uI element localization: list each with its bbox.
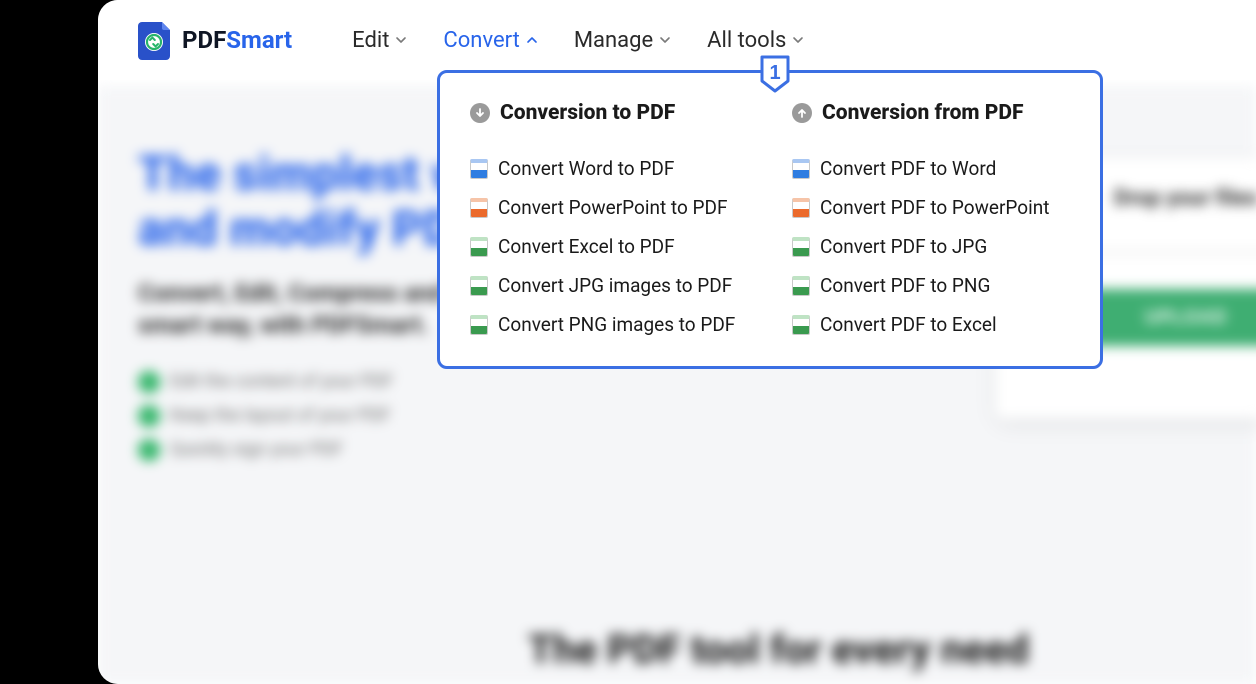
check-icon: ✓	[138, 371, 160, 393]
nav-convert[interactable]: Convert	[443, 28, 537, 53]
menu-item-label: Convert PowerPoint to PDF	[498, 196, 727, 219]
ppt-file-icon	[470, 198, 488, 218]
doc-file-icon	[792, 159, 810, 179]
ppt-file-icon	[792, 198, 810, 218]
menu-item-label: Convert PDF to PowerPoint	[820, 196, 1049, 219]
menu-item-from-3[interactable]: Convert PDF to PNG	[792, 266, 1070, 305]
menu-item-from-4[interactable]: Convert PDF to Excel	[792, 305, 1070, 344]
dropdown-col-to-pdf: Conversion to PDF Convert Word to PDF Con…	[448, 101, 770, 344]
step-badge: 1	[760, 55, 790, 93]
step-number: 1	[769, 62, 780, 84]
menu-item-to-0[interactable]: Convert Word to PDF	[470, 149, 748, 188]
arrow-down-circle-icon	[470, 103, 490, 123]
chevron-up-icon	[526, 34, 538, 46]
main-nav: Edit Convert Manage All tools	[352, 28, 804, 53]
arrow-up-circle-icon	[792, 103, 812, 123]
menu-item-to-1[interactable]: Convert PowerPoint to PDF	[470, 188, 748, 227]
xls-file-icon	[792, 315, 810, 335]
logo-icon	[138, 20, 172, 60]
column-header-from-pdf: Conversion from PDF	[792, 101, 1070, 125]
jpg-file-icon	[470, 276, 488, 296]
menu-item-to-2[interactable]: Convert Excel to PDF	[470, 227, 748, 266]
app-window: PDFSmart Edit Convert Manage	[98, 0, 1256, 684]
chevron-down-icon	[659, 34, 671, 46]
menu-item-from-1[interactable]: Convert PDF to PowerPoint	[792, 188, 1070, 227]
chevron-down-icon	[395, 34, 407, 46]
menu-item-to-3[interactable]: Convert JPG images to PDF	[470, 266, 748, 305]
menu-item-to-4[interactable]: Convert PNG images to PDF	[470, 305, 748, 344]
jpg-file-icon	[792, 237, 810, 257]
nav-all-tools[interactable]: All tools	[707, 28, 804, 53]
column-header-to-pdf: Conversion to PDF	[470, 101, 748, 125]
menu-item-label: Convert Excel to PDF	[498, 235, 675, 258]
menu-item-from-2[interactable]: Convert PDF to JPG	[792, 227, 1070, 266]
menu-item-from-0[interactable]: Convert PDF to Word	[792, 149, 1070, 188]
nav-edit[interactable]: Edit	[352, 28, 407, 53]
convert-dropdown: 1 Conversion to PDF Convert Word to PDFC…	[437, 70, 1103, 369]
menu-item-label: Convert PDF to JPG	[820, 235, 987, 258]
xls-file-icon	[470, 237, 488, 257]
menu-item-label: Convert PDF to PNG	[820, 274, 990, 297]
menu-item-label: Convert PDF to Excel	[820, 313, 997, 336]
menu-item-label: Convert PNG images to PDF	[498, 313, 735, 336]
section-heading: The PDF tool for every need	[528, 626, 1029, 673]
header: PDFSmart Edit Convert Manage	[98, 0, 1256, 80]
nav-manage[interactable]: Manage	[574, 28, 671, 53]
check-icon: ✓	[138, 405, 160, 427]
check-icon: ✓	[138, 439, 160, 461]
bullet-item: ✓Quickly sign your PDF	[138, 439, 1216, 461]
png-file-icon	[792, 276, 810, 296]
menu-item-label: Convert Word to PDF	[498, 157, 674, 180]
doc-file-icon	[470, 159, 488, 179]
dropdown-col-from-pdf: Conversion from PDF Convert PDF to Word C…	[770, 101, 1092, 344]
png-file-icon	[470, 315, 488, 335]
brand-logo[interactable]: PDFSmart	[138, 20, 292, 60]
menu-item-label: Convert JPG images to PDF	[498, 274, 732, 297]
menu-item-label: Convert PDF to Word	[820, 157, 996, 180]
chevron-down-icon	[792, 34, 804, 46]
brand-text: PDFSmart	[182, 26, 292, 54]
